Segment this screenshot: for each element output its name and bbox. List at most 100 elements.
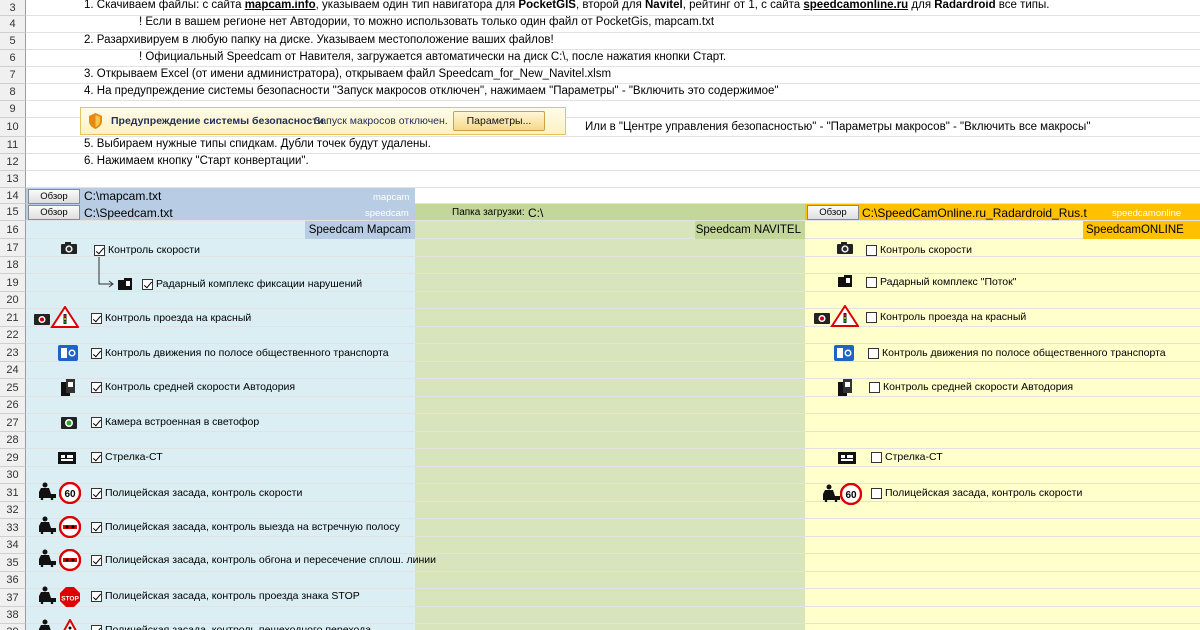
row-header[interactable]: 28 <box>0 432 26 449</box>
checkbox[interactable] <box>91 382 102 393</box>
grid-line <box>26 136 1200 137</box>
security-warning-bar: Предупреждение системы безопасности Запу… <box>80 107 566 135</box>
checkbox[interactable] <box>91 488 102 499</box>
checkbox[interactable] <box>91 522 102 533</box>
checkbox-label: Контроль средней скорости Автодория <box>105 381 296 393</box>
mapcam-path[interactable]: C:\mapcam.txt <box>84 189 161 203</box>
checkbox[interactable] <box>871 452 882 463</box>
checkbox[interactable] <box>91 313 102 324</box>
security-warning-title: Предупреждение системы безопасности <box>111 115 324 127</box>
checkbox[interactable] <box>142 279 153 290</box>
grid-line <box>26 483 1200 484</box>
row-header[interactable]: 7 <box>0 67 26 84</box>
row-header[interactable]: 6 <box>0 50 26 67</box>
row-header[interactable]: 9 <box>0 101 26 118</box>
checkbox[interactable] <box>91 591 102 602</box>
checkbox-label: Контроль проезда на красный <box>880 311 1027 323</box>
row-header[interactable]: 3 <box>0 0 26 16</box>
police-icon <box>38 516 56 537</box>
checkbox-label: Контроль проезда на красный <box>105 312 252 324</box>
row-header[interactable]: 25 <box>0 379 26 397</box>
row-header[interactable]: 34 <box>0 537 26 554</box>
radar-icon <box>116 277 134 294</box>
online-column <box>805 203 1200 630</box>
stop-sign-icon: STOP <box>59 586 81 611</box>
connector-arrow-icon <box>98 257 114 288</box>
browse-speedcam-button[interactable]: Обзор <box>28 205 80 220</box>
checkbox-label: Стрелка-СТ <box>105 451 163 463</box>
grid-line <box>26 378 1200 379</box>
row-header[interactable]: 26 <box>0 397 26 414</box>
checkbox[interactable] <box>91 417 102 428</box>
bus-lane-icon <box>834 345 854 364</box>
navitel-header: Speedcam NAVITEL <box>695 221 805 239</box>
checkbox[interactable] <box>91 452 102 463</box>
row-header[interactable]: 27 <box>0 414 26 432</box>
row-header[interactable]: 23 <box>0 344 26 362</box>
grid-line <box>26 326 1200 327</box>
row-header[interactable]: 14 <box>0 188 26 204</box>
row-header[interactable]: 15 <box>0 204 26 221</box>
row-header[interactable]: 19 <box>0 274 26 292</box>
checkbox[interactable] <box>866 312 877 323</box>
security-warning-message: Запуск макросов отключен. <box>314 115 448 127</box>
online-path[interactable]: C:\SpeedCamOnline.ru_Radardroid_Rus.t <box>862 206 1087 220</box>
checkbox[interactable] <box>869 382 880 393</box>
speedcam-path[interactable]: C:\Speedcam.txt <box>84 206 173 220</box>
row-header[interactable]: 31 <box>0 484 26 502</box>
mapcam-tag: mapcam <box>373 192 410 203</box>
grid-line <box>26 431 1200 432</box>
instruction-line-7: Или в "Центре управления безопасностью" … <box>585 121 1091 133</box>
row-header[interactable]: 21 <box>0 309 26 327</box>
row-header[interactable]: 24 <box>0 362 26 379</box>
row-header[interactable]: 10 <box>0 118 26 137</box>
row-header[interactable]: 22 <box>0 327 26 344</box>
row-header[interactable]: 12 <box>0 154 26 171</box>
checkbox[interactable] <box>866 277 877 288</box>
grid-line <box>26 343 1200 344</box>
red-light-camera-icon <box>813 304 860 330</box>
checkbox[interactable] <box>866 245 877 256</box>
row-header[interactable]: 4 <box>0 16 26 33</box>
grid-line <box>26 153 1200 154</box>
checkbox[interactable] <box>871 488 882 499</box>
browse-mapcam-button[interactable]: Обзор <box>28 189 80 204</box>
checkbox[interactable] <box>868 348 879 359</box>
row-header[interactable]: 38 <box>0 607 26 624</box>
strelka-icon <box>58 452 76 467</box>
mapcam-link[interactable]: mapcam.info <box>245 0 316 11</box>
speedcamonline-link[interactable]: speedcamonline.ru <box>803 0 908 11</box>
row-header[interactable]: 18 <box>0 257 26 274</box>
strelka-icon <box>838 452 856 467</box>
row-header[interactable]: 13 <box>0 171 26 188</box>
row-header[interactable]: 8 <box>0 84 26 101</box>
row-header[interactable]: 16 <box>0 221 26 239</box>
grid-line <box>26 308 1200 309</box>
row-header[interactable]: 5 <box>0 33 26 50</box>
row-header[interactable]: 17 <box>0 239 26 257</box>
checkbox[interactable] <box>91 348 102 359</box>
checkbox[interactable] <box>91 625 102 630</box>
row-header[interactable]: 11 <box>0 137 26 154</box>
row-header[interactable]: 36 <box>0 572 26 589</box>
average-speed-icon <box>838 379 852 400</box>
row-header[interactable]: 32 <box>0 502 26 519</box>
browse-online-button[interactable]: Обзор <box>807 205 859 220</box>
grid-line <box>26 361 1200 362</box>
options-button[interactable]: Параметры... <box>453 111 545 131</box>
download-folder-label: Папка загрузки: <box>452 207 525 218</box>
pedestrian-sign-icon <box>59 617 81 630</box>
row-header[interactable]: 29 <box>0 449 26 467</box>
row-header[interactable]: 39 <box>0 624 26 630</box>
shield-icon <box>89 113 102 129</box>
row-header[interactable]: 37 <box>0 589 26 607</box>
average-speed-icon <box>61 379 75 400</box>
checkbox[interactable] <box>91 555 102 566</box>
download-folder-path[interactable]: C:\ <box>528 206 543 220</box>
checkbox[interactable] <box>94 245 105 256</box>
row-header[interactable]: 30 <box>0 467 26 484</box>
row-header[interactable]: 20 <box>0 292 26 309</box>
grid-line <box>26 256 1200 257</box>
row-header[interactable]: 33 <box>0 519 26 537</box>
row-header[interactable]: 35 <box>0 554 26 572</box>
